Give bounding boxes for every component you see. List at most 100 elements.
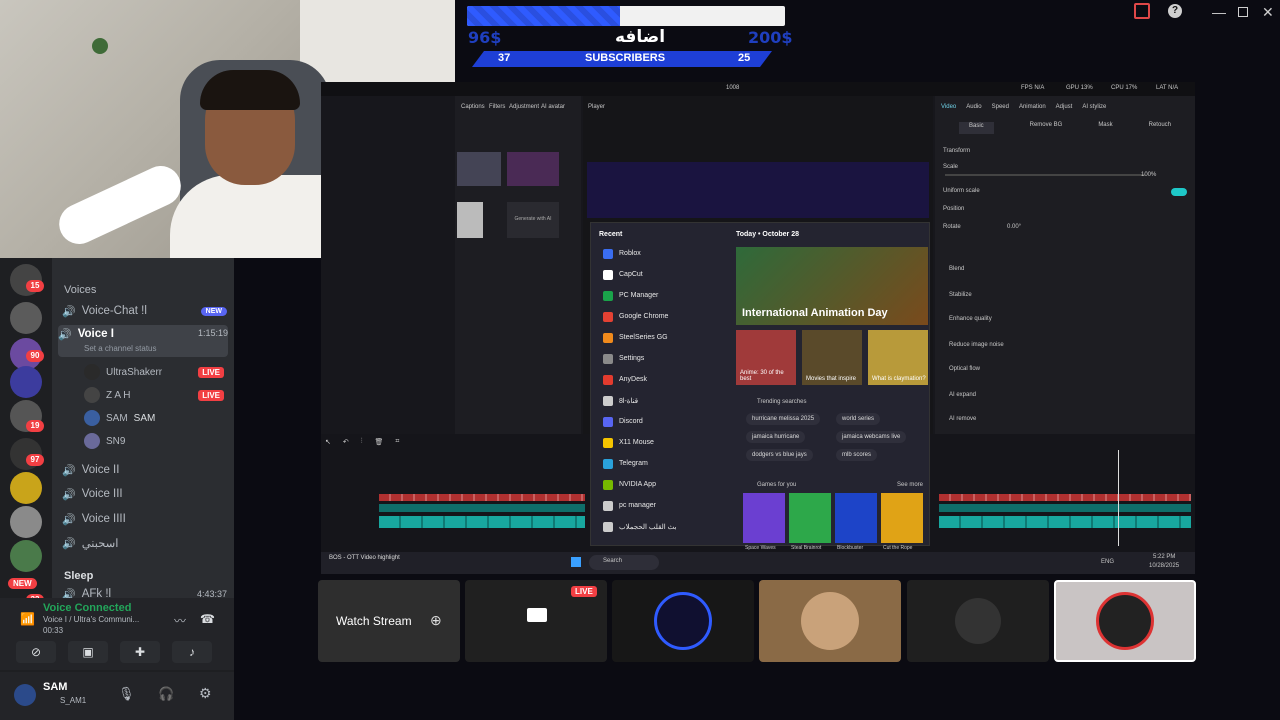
trending-item[interactable]: hurricane melissa 2025 <box>746 413 821 425</box>
playhead[interactable] <box>1118 450 1119 546</box>
media-thumbnail[interactable] <box>507 152 559 186</box>
start-app-item[interactable]: Discord <box>603 411 729 432</box>
voice-user[interactable]: SAM SAM <box>84 410 224 426</box>
channel-voice-5[interactable]: 🔊 اسحبني <box>62 534 118 552</box>
start-app-item[interactable]: X11 Mouse <box>603 432 729 453</box>
rotate-value[interactable]: 0.00° <box>1007 224 1021 230</box>
prop-ai-remove[interactable]: AI remove <box>949 416 976 422</box>
tab-ai-stylize[interactable]: AI stylize <box>1082 104 1106 110</box>
news-card[interactable]: Movies that inspire <box>802 330 862 385</box>
stream-tile[interactable] <box>1054 580 1196 662</box>
channel-voice-2[interactable]: 🔊 Voice II <box>62 461 119 479</box>
new-pill[interactable]: NEW <box>8 578 37 589</box>
game-tile[interactable]: Blockbuster <box>835 493 877 551</box>
voice-channel-path[interactable]: Voice I / Ultra's Communi... <box>43 615 139 624</box>
media-tab[interactable]: AI avatar <box>541 104 565 110</box>
media-thumbnail[interactable] <box>457 202 483 238</box>
subtab-basic[interactable]: Basic <box>958 122 994 134</box>
subtab-mask[interactable]: Mask <box>1098 122 1112 134</box>
maximize-icon[interactable] <box>1238 7 1248 17</box>
prop-optical-flow[interactable]: Optical flow <box>949 366 980 372</box>
start-app-item[interactable]: Google Chrome <box>603 306 729 327</box>
server-icon[interactable] <box>10 540 42 572</box>
voice-user[interactable]: Z A H LIVE <box>84 387 224 403</box>
prop-blend[interactable]: Blend <box>949 266 964 272</box>
voice-user[interactable]: SN9 <box>84 433 224 449</box>
server-icon[interactable] <box>10 472 42 504</box>
taskbar-search[interactable]: Search <box>589 555 659 570</box>
delete-icon[interactable]: 🗑 <box>375 438 384 446</box>
minimize-icon[interactable]: — <box>1212 4 1226 20</box>
undo-icon[interactable]: ↶ <box>343 438 349 446</box>
start-app-item[interactable]: SteelSeries GG <box>603 327 729 348</box>
news-card[interactable]: What is claymation? <box>868 330 928 385</box>
tab-animation[interactable]: Animation <box>1019 104 1046 110</box>
close-icon[interactable]: ✕ <box>1262 4 1274 21</box>
trending-item[interactable]: jamaica hurricane <box>746 431 806 443</box>
disconnect-icon[interactable]: ☎ <box>200 612 215 626</box>
voice-user[interactable]: UltraShakerr LIVE <box>84 364 224 380</box>
scale-slider[interactable] <box>945 174 1145 176</box>
trending-item[interactable]: world series <box>836 413 881 425</box>
taskbar-date[interactable]: 10/28/2025 <box>1149 563 1179 569</box>
activities-button[interactable]: ✚ <box>120 641 160 663</box>
channel-voice-4[interactable]: 🔊 Voice IIII <box>62 510 126 528</box>
popout-icon[interactable]: ⊕ <box>430 612 442 629</box>
stream-tile[interactable]: LIVE <box>465 580 607 662</box>
tab-adjust[interactable]: Adjust <box>1056 104 1073 110</box>
soundboard-button[interactable]: ♪ <box>172 641 212 663</box>
category-voices[interactable]: Voices <box>64 284 96 296</box>
media-tab[interactable]: Filters <box>489 104 505 110</box>
crop-icon[interactable]: ⌗ <box>395 438 399 446</box>
stream-tile[interactable]: Watch Stream ⊕ <box>318 580 460 662</box>
timeline-audio-clip[interactable] <box>379 504 585 512</box>
start-app-item[interactable]: بث القلب الحجملاب <box>603 516 729 537</box>
noise-suppression-icon[interactable]: 〰 <box>174 612 186 629</box>
category-sleep[interactable]: Sleep <box>64 570 93 582</box>
timeline-overlay-clip[interactable] <box>939 494 1191 501</box>
channel-voice-3[interactable]: 🔊 Voice III <box>62 485 123 503</box>
subtab-retouch[interactable]: Retouch <box>1149 122 1171 134</box>
server-icon[interactable] <box>10 366 42 398</box>
scale-value[interactable]: 100% <box>1141 172 1156 178</box>
uniform-scale-toggle[interactable] <box>1171 188 1187 196</box>
start-app-item[interactable]: PC Manager <box>603 285 729 306</box>
select-icon[interactable]: ↖ <box>325 438 331 446</box>
start-app-item[interactable]: pc manager <box>603 495 729 516</box>
subtab-remove-bg[interactable]: Remove BG <box>1030 122 1063 134</box>
timeline-overlay-clip[interactable] <box>379 494 585 501</box>
start-app-item[interactable]: Telegram <box>603 453 729 474</box>
server-icon[interactable] <box>10 302 42 334</box>
microphone-icon[interactable]: 🎙 <box>118 686 135 702</box>
trending-item[interactable]: mlb scores <box>836 449 878 461</box>
stream-tile[interactable] <box>907 580 1049 662</box>
headphones-icon[interactable]: 🎧 <box>158 686 174 702</box>
see-more-link[interactable]: See more <box>897 482 923 488</box>
start-app-item[interactable]: 8l-قناة <box>603 390 729 411</box>
start-app-item[interactable]: Settings <box>603 348 729 369</box>
start-app-item[interactable]: NVIDIA App <box>603 474 729 495</box>
timeline-video-clip[interactable] <box>379 516 585 528</box>
split-icon[interactable]: ⫶ <box>361 438 363 446</box>
media-thumbnail[interactable] <box>457 152 501 186</box>
news-card[interactable]: Anime: 30 of the best <box>736 330 796 385</box>
channel-voice-chat[interactable]: 🔊 Voice-Chat !l NEW <box>62 302 227 320</box>
start-app-item[interactable]: AnyDesk <box>603 369 729 390</box>
start-app-item[interactable]: Roblox <box>603 243 729 264</box>
tab-audio[interactable]: Audio <box>966 104 981 110</box>
screen-share-button[interactable]: ▣ <box>68 641 108 663</box>
prop-enhance[interactable]: Enhance quality <box>949 316 992 322</box>
tab-speed[interactable]: Speed <box>992 104 1009 110</box>
camera-off-button[interactable]: ⊘ <box>16 641 56 663</box>
stream-tile[interactable] <box>612 580 754 662</box>
gift-icon[interactable] <box>1134 3 1150 19</box>
media-tab[interactable]: Adjustment <box>509 104 539 110</box>
server-icon[interactable] <box>10 506 42 538</box>
windows-start-icon[interactable] <box>571 557 581 567</box>
prop-ai-expand[interactable]: AI expand <box>949 392 976 398</box>
trending-item[interactable]: dodgers vs blue jays <box>746 449 813 461</box>
game-tile[interactable]: Space Waves <box>743 493 785 551</box>
game-tile[interactable]: Steal Brainrot <box>789 493 831 551</box>
timeline-video-clip[interactable] <box>939 516 1191 528</box>
stream-tile[interactable] <box>759 580 901 662</box>
